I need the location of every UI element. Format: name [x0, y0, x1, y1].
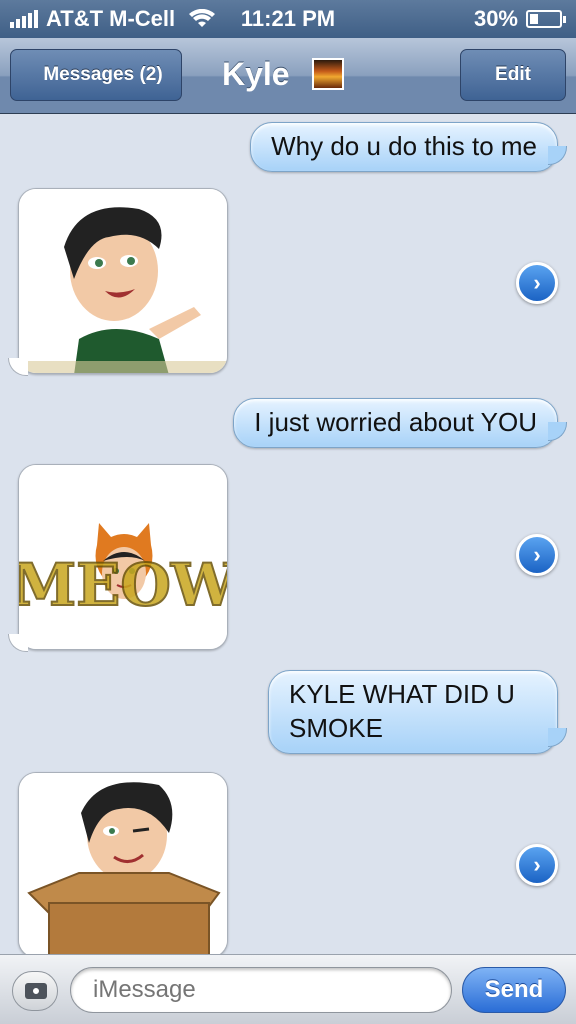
incoming-image-message[interactable] [18, 772, 228, 954]
view-image-arrow-icon[interactable]: › [516, 262, 558, 304]
meow-image-text: MEOW [19, 551, 228, 619]
compose-bar: Send [0, 954, 576, 1024]
battery-icon [526, 10, 566, 28]
message-thread[interactable]: Why do u do this to me › I just worried … [0, 114, 576, 954]
bitmoji-box-image [19, 773, 227, 954]
status-right: 30% [473, 6, 566, 32]
navigation-bar: Messages (2) Kyle Edit [0, 38, 576, 114]
bitmoji-meow-image: MEOW [19, 465, 228, 649]
back-messages-button[interactable]: Messages (2) [10, 49, 182, 101]
message-text: I just worried about YOU [254, 407, 537, 437]
outgoing-message[interactable]: KYLE WHAT DID U SMOKE [268, 670, 567, 754]
conversation-title: Kyle [222, 56, 290, 92]
send-button[interactable]: Send [462, 967, 566, 1013]
camera-button[interactable] [12, 971, 58, 1011]
status-bar: AT&T M-Cell 11:21 PM 30% [0, 0, 576, 38]
battery-percent: 30% [473, 6, 518, 31]
edit-button-label: Edit [495, 64, 531, 85]
view-image-arrow-icon[interactable]: › [516, 844, 558, 886]
outgoing-message[interactable]: Why do u do this to me [250, 122, 567, 172]
message-text: Why do u do this to me [271, 131, 537, 161]
send-button-label: Send [484, 976, 544, 1003]
outgoing-message[interactable]: I just worried about YOU [233, 398, 567, 448]
incoming-image-message[interactable]: MEOW [18, 464, 228, 650]
incoming-image-message[interactable] [18, 188, 228, 374]
view-image-arrow-icon[interactable]: › [516, 534, 558, 576]
contact-photo-icon[interactable] [312, 58, 344, 90]
bubble-tail [8, 634, 28, 652]
back-button-label: Messages (2) [43, 64, 163, 85]
message-input[interactable] [70, 967, 452, 1013]
edit-button[interactable]: Edit [460, 49, 566, 101]
message-text: KYLE WHAT DID U SMOKE [289, 679, 515, 743]
bubble-tail [8, 358, 28, 376]
bitmoji-waving-image [19, 189, 227, 373]
